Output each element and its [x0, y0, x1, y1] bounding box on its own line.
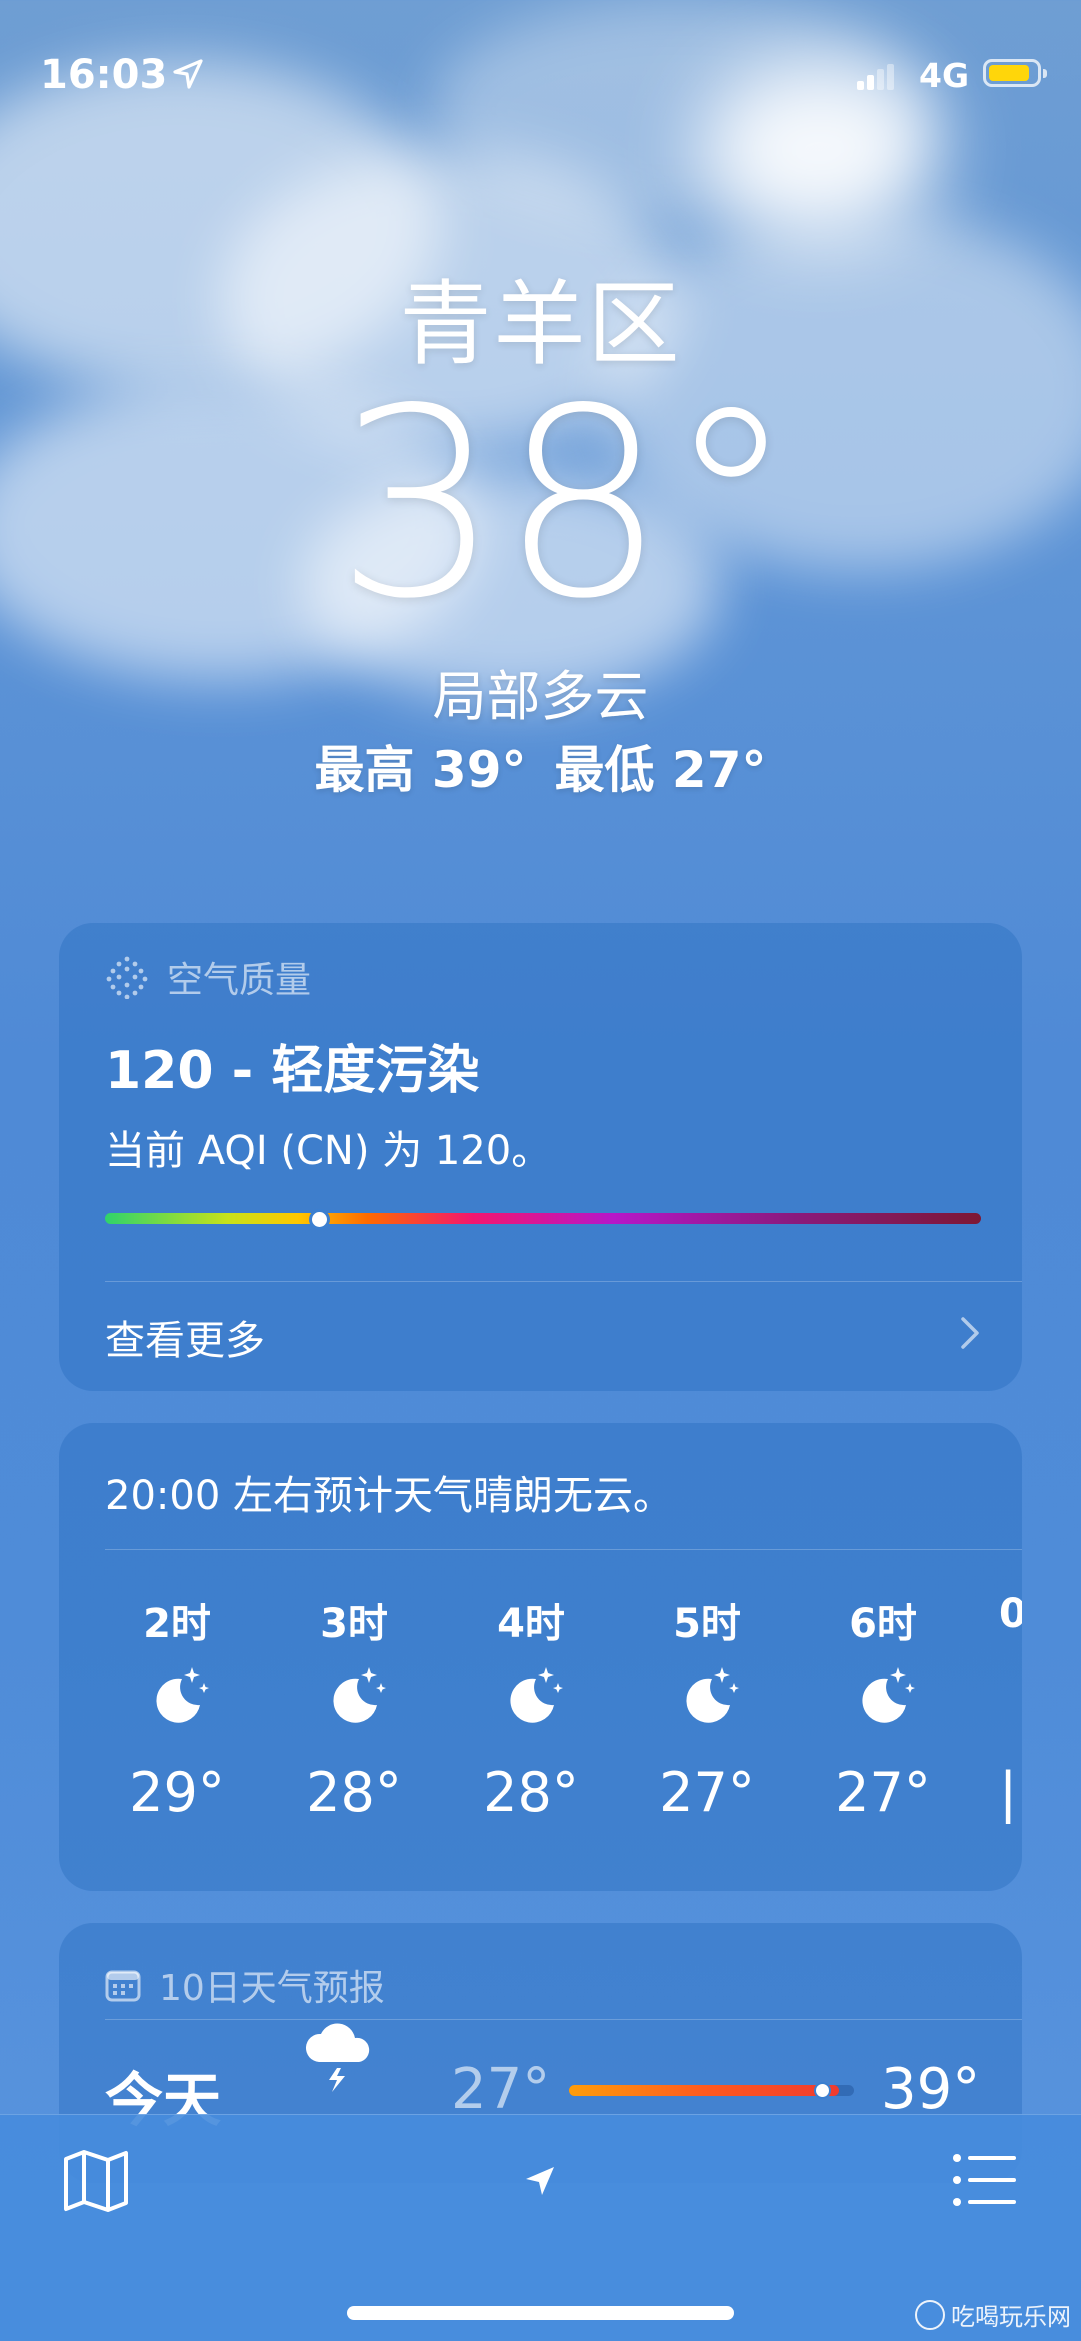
air-quality-icon: [106, 956, 148, 999]
moon-stars-icon: [156, 1667, 209, 1723]
hour-temp: 28°: [306, 1761, 402, 1824]
air-quality-heading: 空气质量: [105, 951, 311, 1003]
divider: [105, 1549, 1022, 1550]
battery-icon: [983, 59, 1047, 87]
hour-item: 6时 27°: [823, 1591, 943, 1824]
status-bar: 16:03 4G: [0, 0, 1081, 150]
moon-stars-icon: [862, 1667, 915, 1723]
hour-temp: 27°: [659, 1761, 755, 1824]
status-time: 16:03: [40, 52, 168, 98]
current-temp-marker: [814, 2082, 831, 2099]
chevron-right-icon[interactable]: [960, 1316, 980, 1350]
hour-item: 5时 27°: [647, 1591, 767, 1824]
aqi-scale-bar: [105, 1213, 981, 1224]
aqi-title: 120 - 轻度污染: [105, 1041, 480, 1101]
aqi-indicator: [308, 1209, 330, 1230]
map-icon[interactable]: [62, 2149, 130, 2213]
home-indicator[interactable]: [347, 2306, 734, 2320]
forecast-low: 27°: [451, 2057, 551, 2122]
hour-label: 5时: [673, 1601, 741, 1647]
hour-label: 3时: [320, 1601, 388, 1647]
hour-temp: |: [999, 1761, 1018, 1824]
aqi-description: 当前 AQI (CN) 为 120。: [105, 1128, 552, 1174]
hour-temp: 27°: [835, 1761, 931, 1824]
hour-label: 2时: [143, 1601, 211, 1647]
location-arrow-icon: [173, 59, 203, 89]
low-temp: 最低 27°: [554, 741, 767, 799]
moon-stars-icon: [686, 1667, 739, 1723]
network-type: 4G: [919, 56, 970, 95]
watermark-logo: [915, 2299, 945, 2330]
hour-item: 2时 29°: [117, 1591, 237, 1824]
see-more-link[interactable]: 查看更多: [105, 1308, 265, 1366]
high-low: 最高 39° 最低 27°: [0, 730, 1081, 802]
cloud-lightning-icon: [305, 2023, 370, 2092]
temperature-range-bar: [569, 2082, 854, 2099]
list-icon[interactable]: [952, 2152, 1018, 2208]
hour-label: 4时: [497, 1601, 565, 1647]
hour-item-partial: 0 |: [999, 1591, 1022, 1824]
watermark: 吃喝玩乐网: [915, 2297, 1071, 2332]
location-arrow-icon[interactable]: [523, 2164, 557, 2198]
moon-stars-icon: [510, 1667, 563, 1723]
hour-label: 6时: [849, 1601, 917, 1647]
current-temperature: 38°: [335, 354, 796, 656]
moon-stars-icon: [333, 1667, 386, 1723]
hour-item: 3时 28°: [294, 1591, 414, 1824]
divider: [105, 1281, 1022, 1282]
forecast-high: 39°: [881, 2057, 981, 2122]
high-temp: 最高 39°: [314, 741, 527, 799]
hour-item: 4时 28°: [471, 1591, 591, 1824]
divider: [105, 2019, 1022, 2020]
hourly-summary: 20:00 左右预计天气晴朗无云。: [105, 1473, 673, 1519]
hour-temp: 29°: [129, 1761, 225, 1824]
signal-icon: [857, 64, 894, 90]
calendar-icon: [105, 1970, 141, 2002]
weather-condition: 局部多云: [432, 665, 649, 728]
air-quality-card[interactable]: 空气质量 120 - 轻度污染 当前 AQI (CN) 为 120。 查看更多: [59, 923, 1022, 1391]
hourly-forecast-card[interactable]: 20:00 左右预计天气晴朗无云。 2时 29° 3时 28° 4时 28° 5…: [59, 1423, 1022, 1891]
ten-day-heading: 10日天气预报: [105, 1959, 385, 2011]
hour-temp: 28°: [483, 1761, 579, 1824]
hour-label: 0: [999, 1591, 1022, 1637]
